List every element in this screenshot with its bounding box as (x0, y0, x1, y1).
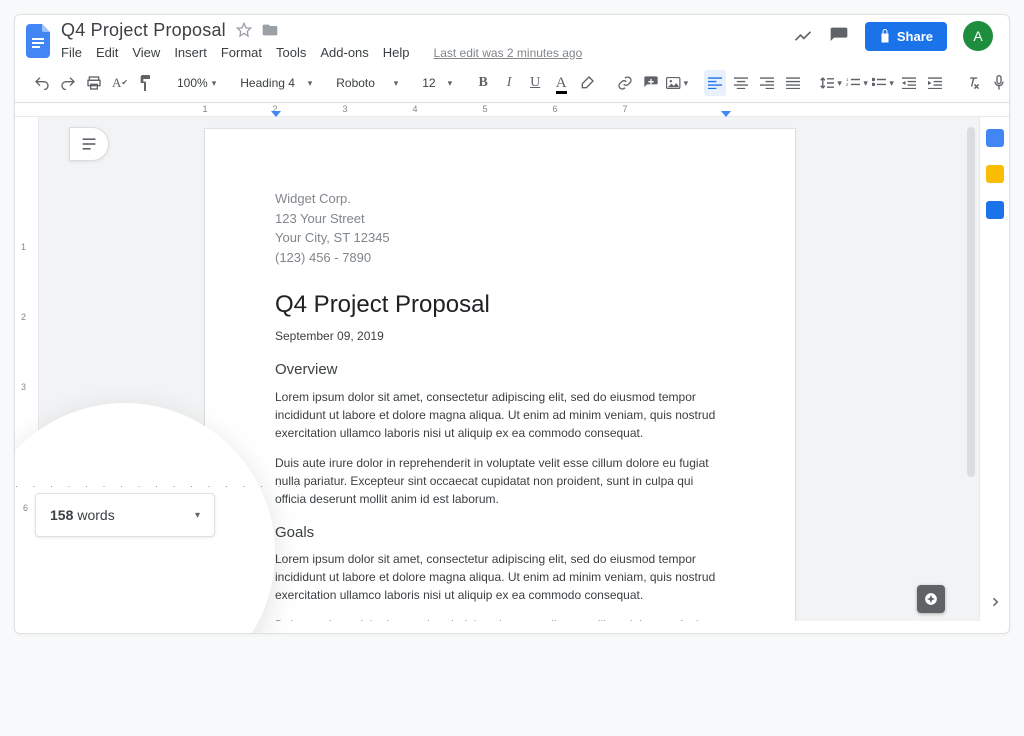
tasks-app-icon[interactable] (986, 201, 1004, 219)
activity-icon[interactable] (793, 26, 813, 46)
underline-button[interactable]: U (524, 70, 546, 96)
side-panel-expand-icon[interactable] (989, 595, 1001, 613)
document-title[interactable]: Q4 Project Proposal (61, 21, 226, 39)
explore-button[interactable] (917, 585, 945, 613)
paragraph: Duis aute irure dolor in reprehenderit i… (275, 616, 725, 621)
spellcheck-icon[interactable]: A✔ (109, 70, 131, 96)
comments-icon[interactable] (829, 26, 849, 46)
docs-logo-icon[interactable] (25, 23, 53, 59)
bold-button[interactable]: B (472, 70, 494, 96)
move-folder-icon[interactable] (262, 23, 278, 37)
vertical-scrollbar[interactable] (967, 127, 975, 477)
text-color-button[interactable]: A (550, 70, 572, 96)
align-justify-button[interactable] (782, 70, 804, 96)
word-count-number: 158 (50, 507, 73, 523)
horizontal-ruler[interactable]: 1 2 3 4 5 6 7 (15, 103, 1009, 117)
share-label: Share (897, 29, 933, 44)
insert-link-icon[interactable] (614, 70, 636, 96)
section-overview: Overview (275, 359, 725, 382)
document-outline-toggle[interactable] (69, 127, 109, 161)
account-avatar[interactable]: A (963, 21, 993, 51)
document-page[interactable]: Widget Corp. 123 Your Street Your City, … (205, 129, 795, 621)
print-icon[interactable] (83, 70, 105, 96)
highlight-color-button[interactable] (576, 70, 598, 96)
company-name: Widget Corp. (275, 189, 725, 209)
indent-decrease-button[interactable] (898, 70, 920, 96)
clear-formatting-button[interactable] (962, 70, 984, 96)
paragraph: Lorem ipsum dolor sit amet, consectetur … (275, 550, 725, 604)
menu-help[interactable]: Help (383, 45, 410, 60)
word-count-label: words (77, 507, 114, 523)
address-line-2: Your City, ST 12345 (275, 228, 725, 248)
font-dropdown[interactable]: Roboto▾ (332, 76, 402, 90)
doc-heading: Q4 Project Proposal (275, 287, 725, 323)
menu-view[interactable]: View (132, 45, 160, 60)
align-left-button[interactable] (704, 70, 726, 96)
paragraph: Lorem ipsum dolor sit amet, consectetur … (275, 388, 725, 442)
align-right-button[interactable] (756, 70, 778, 96)
undo-icon[interactable] (31, 70, 53, 96)
toolbar: A✔ 100%▾ Heading 4▾ Roboto▾ 12▾ B I U A (15, 66, 1009, 103)
svg-text:2: 2 (846, 82, 849, 87)
align-center-button[interactable] (730, 70, 752, 96)
voice-typing-icon[interactable] (988, 70, 1010, 96)
share-button[interactable]: Share (865, 22, 947, 51)
address-line-1: 123 Your Street (275, 209, 725, 229)
last-edit-link[interactable]: Last edit was 2 minutes ago (434, 46, 583, 60)
docs-window: Q4 Project Proposal File Edit View Inser… (14, 14, 1010, 634)
paragraph: Duis aute irure dolor in reprehenderit i… (275, 454, 725, 508)
chevron-down-icon: ▾ (195, 510, 200, 521)
numbered-list-button[interactable]: 12 (846, 70, 868, 96)
section-goals: Goals (275, 522, 725, 545)
font-size-dropdown[interactable]: 12▾ (418, 76, 456, 90)
paint-format-icon[interactable] (135, 70, 157, 96)
ruler-fragment: · · · · · · · · · · · · · · · · · 6 (15, 481, 235, 491)
indent-increase-button[interactable] (924, 70, 946, 96)
redo-icon[interactable] (57, 70, 79, 96)
star-icon[interactable] (236, 22, 252, 38)
phone: (123) 456 - 7890 (275, 248, 725, 268)
word-count-chip[interactable]: 158 words ▾ (35, 493, 215, 537)
line-spacing-button[interactable] (820, 70, 842, 96)
keep-app-icon[interactable] (986, 165, 1004, 183)
menu-format[interactable]: Format (221, 45, 262, 60)
insert-comment-icon[interactable] (640, 70, 662, 96)
doc-date: September 09, 2019 (275, 327, 725, 345)
insert-image-icon[interactable] (666, 70, 688, 96)
paragraph-style-dropdown[interactable]: Heading 4▾ (236, 76, 316, 90)
menu-insert[interactable]: Insert (174, 45, 207, 60)
bulleted-list-button[interactable] (872, 70, 894, 96)
menu-edit[interactable]: Edit (96, 45, 118, 60)
side-panel (979, 117, 1009, 621)
menu-file[interactable]: File (61, 45, 82, 60)
menubar: File Edit View Insert Format Tools Add-o… (61, 45, 582, 60)
menu-addons[interactable]: Add-ons (320, 45, 368, 60)
italic-button[interactable]: I (498, 70, 520, 96)
menu-tools[interactable]: Tools (276, 45, 306, 60)
zoom-dropdown[interactable]: 100%▾ (173, 76, 220, 90)
header: Q4 Project Proposal File Edit View Inser… (15, 15, 1009, 60)
calendar-app-icon[interactable] (986, 129, 1004, 147)
